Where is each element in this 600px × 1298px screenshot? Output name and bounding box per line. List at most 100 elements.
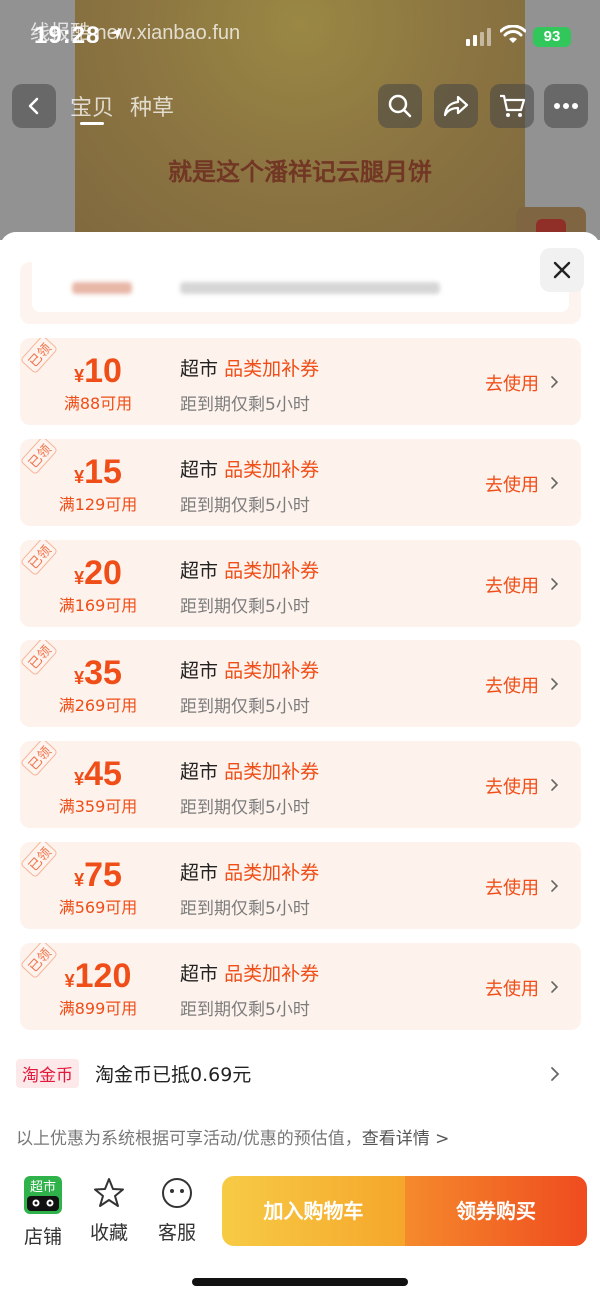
store-badge: 超市	[30, 1179, 56, 1195]
search-icon	[388, 94, 412, 118]
wifi-icon	[500, 25, 526, 43]
details-link[interactable]: 查看详情 >	[362, 1129, 450, 1149]
coin-deduction-row[interactable]: 淘金币 淘金币已抵0.69元	[0, 1054, 600, 1094]
coupon-value: 20	[84, 553, 122, 592]
coupon-title-highlight: 品类加补券	[224, 962, 320, 985]
add-to-cart-button[interactable]: 加入购物车	[222, 1176, 405, 1246]
chevron-left-icon	[28, 97, 39, 115]
share-button[interactable]	[434, 84, 478, 128]
coupon-expiry: 距到期仅剩5小时	[180, 596, 310, 617]
currency-symbol: ¥	[74, 870, 85, 890]
use-coupon-button[interactable]: 去使用	[485, 874, 539, 900]
coupon-card[interactable]: 已领 ¥15 满129可用 超市 品类加补券 距到期仅剩5小时 去使用	[20, 438, 581, 526]
use-coupon-button[interactable]: 去使用	[485, 975, 539, 1001]
search-button[interactable]	[378, 84, 422, 128]
tmall-store-icon: 超市	[24, 1176, 62, 1214]
cellular-signal-icon	[466, 28, 491, 46]
coupon-amount: ¥15	[20, 453, 176, 492]
claim-and-buy-button[interactable]: 领券购买	[405, 1176, 587, 1246]
store-label: 店铺	[23, 1226, 62, 1248]
coupon-expiry: 距到期仅剩5小时	[180, 697, 310, 718]
coupon-title-highlight: 品类加补券	[224, 559, 320, 582]
coupon-expiry: 距到期仅剩5小时	[180, 999, 310, 1020]
store-button[interactable]: 超市 店铺	[17, 1176, 69, 1249]
coupon-card[interactable]: 已领 ¥10 满88可用 超市 品类加补券 距到期仅剩5小时 去使用	[20, 338, 581, 425]
use-coupon-button[interactable]: 去使用	[485, 773, 539, 799]
coupon-card[interactable]: 已领 ¥45 满359可用 超市 品类加补券 距到期仅剩5小时 去使用	[20, 741, 581, 829]
coupon-amount: ¥120	[20, 957, 176, 996]
battery-indicator: 93	[533, 27, 571, 47]
use-coupon-button[interactable]: 去使用	[485, 672, 539, 698]
coupon-value: 35	[84, 654, 122, 693]
coupon-title-prefix: 超市	[180, 962, 219, 985]
coupon-threshold: 满129可用	[58, 494, 138, 514]
chevron-right-icon	[551, 577, 559, 590]
chat-face-icon	[162, 1178, 192, 1208]
coupon-card[interactable]: 已领 ¥120 满899可用 超市 品类加补券 距到期仅剩5小时 去使用	[20, 942, 581, 1030]
customer-service-button[interactable]: 客服	[151, 1176, 203, 1245]
currency-symbol: ¥	[74, 769, 85, 790]
coupon-title-prefix: 超市	[180, 458, 219, 481]
coupon-threshold: 满169可用	[58, 595, 138, 615]
coupon-title-prefix: 超市	[180, 862, 219, 884]
location-arrow-icon	[110, 28, 122, 40]
coupon-title-highlight: 品类加补券	[224, 761, 320, 784]
coupon-expiry: 距到期仅剩5小时	[180, 395, 310, 415]
coupon-card[interactable]: 已领 ¥75 满569可用 超市 品类加补券 距到期仅剩5小时 去使用	[20, 842, 581, 929]
currency-symbol: ¥	[74, 366, 85, 386]
coin-tag: 淘金币	[16, 1059, 79, 1088]
tab-grass[interactable]: 种草	[130, 90, 174, 122]
close-icon	[553, 261, 571, 279]
chevron-right-icon	[551, 880, 559, 892]
favorite-button[interactable]: 收藏	[83, 1176, 135, 1245]
coupon-title-highlight: 品类加补券	[224, 458, 320, 481]
close-button[interactable]	[540, 248, 584, 292]
partial-text	[72, 282, 132, 294]
coupon-title-prefix: 超市	[180, 660, 219, 683]
coupon-value: 120	[74, 956, 132, 995]
status-time: 19:28	[34, 22, 101, 49]
coupon-threshold: 满899可用	[58, 998, 138, 1018]
back-button[interactable]	[12, 84, 56, 128]
star-icon	[94, 1178, 124, 1207]
coupon-expiry: 距到期仅剩5小时	[180, 899, 310, 919]
currency-symbol: ¥	[74, 466, 85, 487]
favorite-label: 收藏	[89, 1222, 128, 1244]
coupon-title: 超市 品类加补券	[180, 556, 319, 583]
coupon-title: 超市 品类加补券	[180, 455, 319, 482]
chevron-right-icon	[551, 476, 559, 489]
coupon-title: 超市 品类加补券	[180, 858, 319, 885]
currency-symbol: ¥	[74, 668, 85, 689]
coupon-title-prefix: 超市	[180, 559, 219, 582]
tab-active-indicator	[80, 122, 104, 125]
coupon-title-prefix: 超市	[180, 761, 219, 784]
coupon-threshold: 满269可用	[58, 696, 138, 716]
coupon-threshold: 满569可用	[58, 898, 138, 917]
coin-deduction-text: 淘金币已抵0.69元	[95, 1064, 252, 1086]
coupon-value: 15	[84, 452, 122, 491]
use-coupon-button[interactable]: 去使用	[485, 471, 539, 497]
use-coupon-button[interactable]: 去使用	[485, 370, 539, 396]
chevron-right-icon	[551, 1067, 560, 1081]
coupon-amount: ¥75	[20, 856, 176, 895]
coupon-expiry: 距到期仅剩5小时	[180, 495, 310, 516]
coupon-threshold: 满88可用	[63, 394, 133, 413]
coupon-amount: ¥45	[20, 755, 176, 794]
currency-symbol: ¥	[74, 567, 85, 588]
coupon-amount: ¥20	[20, 554, 176, 593]
coupon-card[interactable]: 已领 ¥35 满269可用 超市 品类加补券 距到期仅剩5小时 去使用	[20, 640, 581, 728]
currency-symbol: ¥	[64, 970, 75, 991]
cart-button[interactable]	[490, 84, 534, 128]
partial-text	[180, 282, 440, 294]
coupon-title: 超市 品类加补券	[180, 656, 319, 683]
chevron-right-icon	[551, 779, 559, 791]
more-button[interactable]	[544, 84, 588, 128]
service-label: 客服	[157, 1222, 196, 1244]
tab-item[interactable]: 宝贝	[70, 90, 114, 122]
coupon-title-highlight: 品类加补券	[224, 862, 320, 884]
more-icon	[554, 103, 578, 109]
use-coupon-button[interactable]: 去使用	[485, 572, 539, 598]
coupon-threshold: 满359可用	[58, 797, 138, 817]
coupon-card[interactable]: 已领 ¥20 满169可用 超市 品类加补券 距到期仅剩5小时 去使用	[20, 539, 581, 627]
disclaimer: 以上优惠为系统根据可享活动/优惠的预估值，查看详情 >	[16, 1124, 449, 1149]
